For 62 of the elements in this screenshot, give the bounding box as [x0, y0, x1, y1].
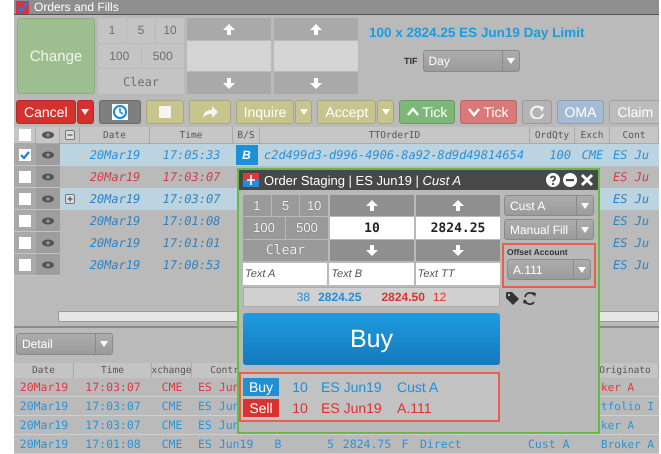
table-cell: CME — [162, 437, 182, 451]
table-cell: 5 — [327, 437, 334, 451]
table-cell: 17:00:53 — [162, 258, 220, 272]
table-cell: 100 — [549, 148, 571, 162]
side-badge: Buy — [243, 378, 279, 396]
table-cell: ES Ju — [613, 148, 650, 162]
offset-account-label: Offset Account — [507, 247, 569, 257]
table-cell: 2824.75 — [342, 437, 392, 451]
table-cell: ES Ju — [613, 170, 650, 184]
table-cell: 17:03:07 — [85, 399, 141, 413]
table-cell: F — [402, 437, 408, 451]
table-cell: ES Ju — [613, 214, 650, 228]
table-cell: 17:01:01 — [162, 236, 220, 250]
bid-price: 2824.25 — [318, 290, 362, 304]
table-cell: 17:03:07 — [162, 192, 220, 206]
table-cell: 17:01:08 — [85, 437, 141, 451]
bid-quantity: 38 — [296, 290, 310, 304]
summary-text: ES Jun19 — [321, 400, 383, 416]
table-cell: CME — [162, 399, 182, 413]
table-cell: 20Mar19 — [90, 258, 140, 272]
table-cell: 20Mar19 — [90, 192, 140, 206]
summary-text: 10 — [291, 400, 309, 416]
summary-text: Cust A — [397, 378, 438, 394]
table-cell: 17:03:07 — [162, 170, 220, 184]
table-cell: 17:03:07 — [85, 380, 141, 394]
table-cell: ES Jun19 — [198, 437, 254, 451]
table-cell: 17:03:07 — [85, 418, 141, 432]
table-cell: Direct — [420, 437, 462, 451]
table-cell: 17:01:08 — [162, 214, 220, 228]
table-cell: 20Mar19 — [90, 148, 140, 162]
side-badge: B — [236, 145, 258, 165]
table-cell: Cust A — [528, 437, 570, 451]
table-cell: 20Mar19 — [20, 399, 68, 413]
tif-label: TIF — [404, 56, 418, 66]
summary-text: ES Jun19 — [321, 378, 383, 394]
table-cell: ES Ju — [613, 236, 650, 250]
table-cell: 20Mar19 — [90, 214, 140, 228]
table-cell: CME — [162, 418, 182, 432]
table-cell: CME — [162, 380, 182, 394]
table-cell: ES Ju — [613, 192, 650, 206]
table-cell: 20Mar19 — [20, 437, 68, 451]
order-summary: 100 x 2824.25 ES Jun19 Day Limit — [369, 25, 586, 40]
table-cell: tfolio I — [601, 400, 654, 412]
ask-quantity: 12 — [432, 290, 446, 304]
table-cell: ker A — [601, 418, 634, 432]
summary-text: A.111 — [397, 400, 432, 416]
table-cell: 17:05:33 — [162, 148, 220, 162]
table-cell: 20Mar19 — [20, 418, 68, 432]
panel-title: Orders and Fills — [34, 0, 119, 14]
dialog-title: Order Staging | ES Jun19 | Cust A — [264, 172, 462, 188]
table-cell: Broker A — [601, 438, 654, 450]
ask-price: 2824.50 — [382, 290, 425, 304]
table-cell: 20Mar19 — [20, 380, 68, 394]
table-cell: B — [274, 437, 282, 451]
table-cell: CME — [582, 148, 604, 162]
table-cell: ker A — [601, 380, 634, 394]
table-cell: ES Ju — [613, 258, 650, 272]
table-cell: c2d499d3-d996-4906-8a92-8d9d49814654 — [264, 148, 524, 162]
side-badge: Sell — [243, 398, 279, 416]
summary-text: 10 — [291, 378, 309, 394]
table-cell: 20Mar19 — [90, 170, 140, 184]
table-cell: 20Mar19 — [90, 236, 140, 250]
